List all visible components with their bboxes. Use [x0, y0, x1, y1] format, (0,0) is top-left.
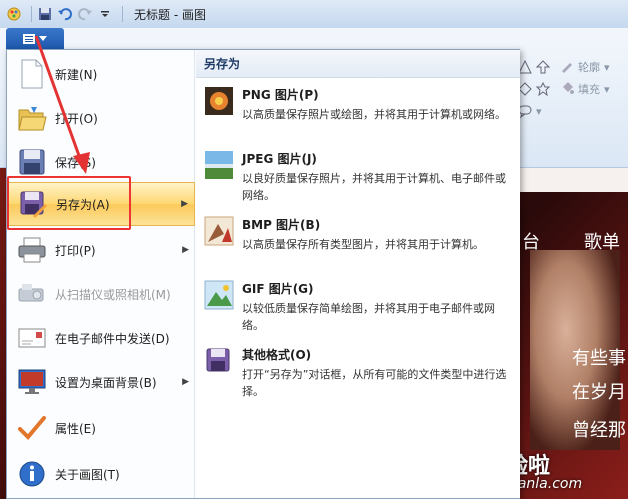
fill-icon[interactable] — [560, 81, 574, 98]
submenu-item-title: PNG 图片(P) — [242, 88, 319, 102]
submenu-item-title: JPEG 图片(J) — [242, 152, 317, 166]
paint-app-icon[interactable] — [6, 6, 22, 22]
menu-item-set-desktop[interactable]: 设置为桌面背景(B) ▶ — [7, 360, 195, 404]
other-format-icon — [204, 346, 234, 376]
menu-item-email[interactable]: 在电子邮件中发送(D) — [7, 316, 195, 360]
menu-item-label: 打开(O) — [55, 111, 98, 126]
png-image-icon — [204, 86, 234, 116]
menu-icon — [23, 33, 35, 44]
menu-item-label: 从扫描仪或照相机(M) — [55, 287, 171, 302]
shape-tools-group: 轮廓 ▾ 填充 ▾ ▾ — [518, 56, 628, 118]
canvas-image-strip — [518, 168, 628, 192]
submenu-item-desc: 打开“另存为”对话框，从所有可能的文件类型中进行选择。 — [242, 368, 507, 398]
menu-item-new[interactable]: 新建(N) — [7, 52, 195, 96]
submenu-item-desc: 以高质量保存照片或绘图，并将其用于计算机或网络。 — [242, 108, 506, 121]
scanner-icon — [15, 277, 49, 311]
submenu-item-desc: 以较低质量保存简单绘图，并将其用于电子邮件或网络。 — [242, 302, 495, 332]
chevron-down-icon[interactable]: ▾ — [536, 105, 542, 118]
save-as-icon — [16, 187, 50, 221]
outline-icon[interactable] — [560, 59, 574, 76]
redo-icon[interactable] — [77, 6, 93, 22]
submenu-arrow-icon: ▶ — [182, 377, 189, 387]
submenu-item-title: BMP 图片(B) — [242, 218, 321, 232]
menu-item-print[interactable]: 打印(P) ▶ — [7, 228, 195, 272]
submenu-arrow-icon: ▶ — [181, 199, 188, 209]
undo-icon[interactable] — [57, 6, 73, 22]
save-as-png[interactable]: PNG 图片(P) 以高质量保存照片或绘图，并将其用于计算机或网络。 — [204, 86, 516, 123]
menu-item-label: 另存为(A) — [56, 197, 110, 212]
submenu-item-desc: 以良好质量保存照片，并将其用于计算机、电子邮件或网络。 — [242, 172, 506, 202]
submenu-item-desc: 以高质量保存所有类型图片，并将其用于计算机。 — [242, 238, 484, 251]
save-as-gif[interactable]: GIF 图片(G) 以较低质量保存简单绘图，并将其用于电子邮件或网络。 — [204, 280, 516, 334]
gif-image-icon — [204, 280, 234, 310]
diamond-shape-icon[interactable] — [518, 82, 532, 96]
photo-text-2: 歌单 — [584, 232, 620, 253]
menu-item-save-as[interactable]: 另存为(A) ▶ — [7, 182, 195, 226]
photo-text-5: 曾经那 — [572, 420, 626, 441]
save-as-submenu: 另存为 PNG 图片(P) 以高质量保存照片或绘图，并将其用于计算机或网络。 J… — [196, 50, 520, 498]
menu-item-label: 保存(S) — [55, 155, 96, 170]
submenu-item-title: GIF 图片(G) — [242, 282, 314, 296]
info-icon — [15, 457, 49, 491]
star-shape-icon[interactable] — [536, 82, 550, 96]
jpeg-image-icon — [204, 150, 234, 180]
bmp-image-icon — [204, 216, 234, 246]
window-title: 无标题 - 画图 — [134, 7, 206, 22]
photo-text-3: 有些事 — [572, 348, 626, 369]
open-folder-icon — [15, 101, 49, 135]
file-menu-button[interactable] — [6, 28, 64, 49]
callout-shape-icon[interactable] — [518, 104, 532, 118]
menu-item-label: 设置为桌面背景(B) — [55, 375, 157, 390]
menu-commands: 新建(N) 打开(O) 保存(S) 另存为(A) ▶ 打印(P) ▶ 从扫描仪或… — [7, 50, 195, 498]
fill-label[interactable]: 填充 — [578, 81, 600, 97]
menu-item-label: 新建(N) — [55, 67, 98, 82]
menu-item-label: 属性(E) — [55, 421, 96, 436]
submenu-header: 另存为 — [196, 50, 520, 78]
chevron-down-icon[interactable]: ▾ — [604, 61, 610, 74]
photo-text-1: 台 — [522, 232, 540, 253]
email-icon — [15, 321, 49, 355]
customize-toolbar-icon[interactable] — [97, 6, 113, 22]
save-icon[interactable] — [37, 6, 53, 22]
submenu-item-title: 其他格式(O) — [242, 348, 312, 362]
save-icon — [15, 145, 49, 179]
photo-text-4: 在岁月 — [572, 382, 626, 403]
menu-item-about[interactable]: 关于画图(T) — [7, 452, 195, 496]
desktop-icon — [15, 365, 49, 399]
submenu-arrow-icon: ▶ — [182, 245, 189, 255]
save-as-other[interactable]: 其他格式(O) 打开“另存为”对话框，从所有可能的文件类型中进行选择。 — [204, 346, 516, 400]
outline-label[interactable]: 轮廓 — [578, 59, 600, 75]
menu-item-scanner[interactable]: 从扫描仪或照相机(M) — [7, 272, 195, 316]
menu-item-label: 关于画图(T) — [55, 467, 120, 482]
menu-item-open[interactable]: 打开(O) — [7, 96, 195, 140]
menu-item-label: 在电子邮件中发送(D) — [55, 331, 170, 346]
triangle-shape-icon[interactable] — [518, 60, 532, 74]
save-as-jpeg[interactable]: JPEG 图片(J) 以良好质量保存照片，并将其用于计算机、电子邮件或网络。 — [204, 150, 516, 204]
chevron-down-icon — [39, 35, 47, 41]
menu-item-save[interactable]: 保存(S) — [7, 140, 195, 184]
menu-item-label: 打印(P) — [55, 243, 96, 258]
up-arrow-shape-icon[interactable] — [536, 60, 550, 74]
application-menu: 新建(N) 打开(O) 保存(S) 另存为(A) ▶ 打印(P) ▶ 从扫描仪或… — [6, 49, 520, 499]
menu-item-properties[interactable]: 属性(E) — [7, 406, 195, 450]
new-file-icon — [15, 57, 49, 91]
checkmark-icon — [15, 411, 49, 445]
title-bar: 无标题 - 画图 — [0, 0, 628, 28]
printer-icon — [15, 233, 49, 267]
save-as-bmp[interactable]: BMP 图片(B) 以高质量保存所有类型图片，并将其用于计算机。 — [204, 216, 516, 253]
chevron-down-icon[interactable]: ▾ — [604, 83, 610, 96]
